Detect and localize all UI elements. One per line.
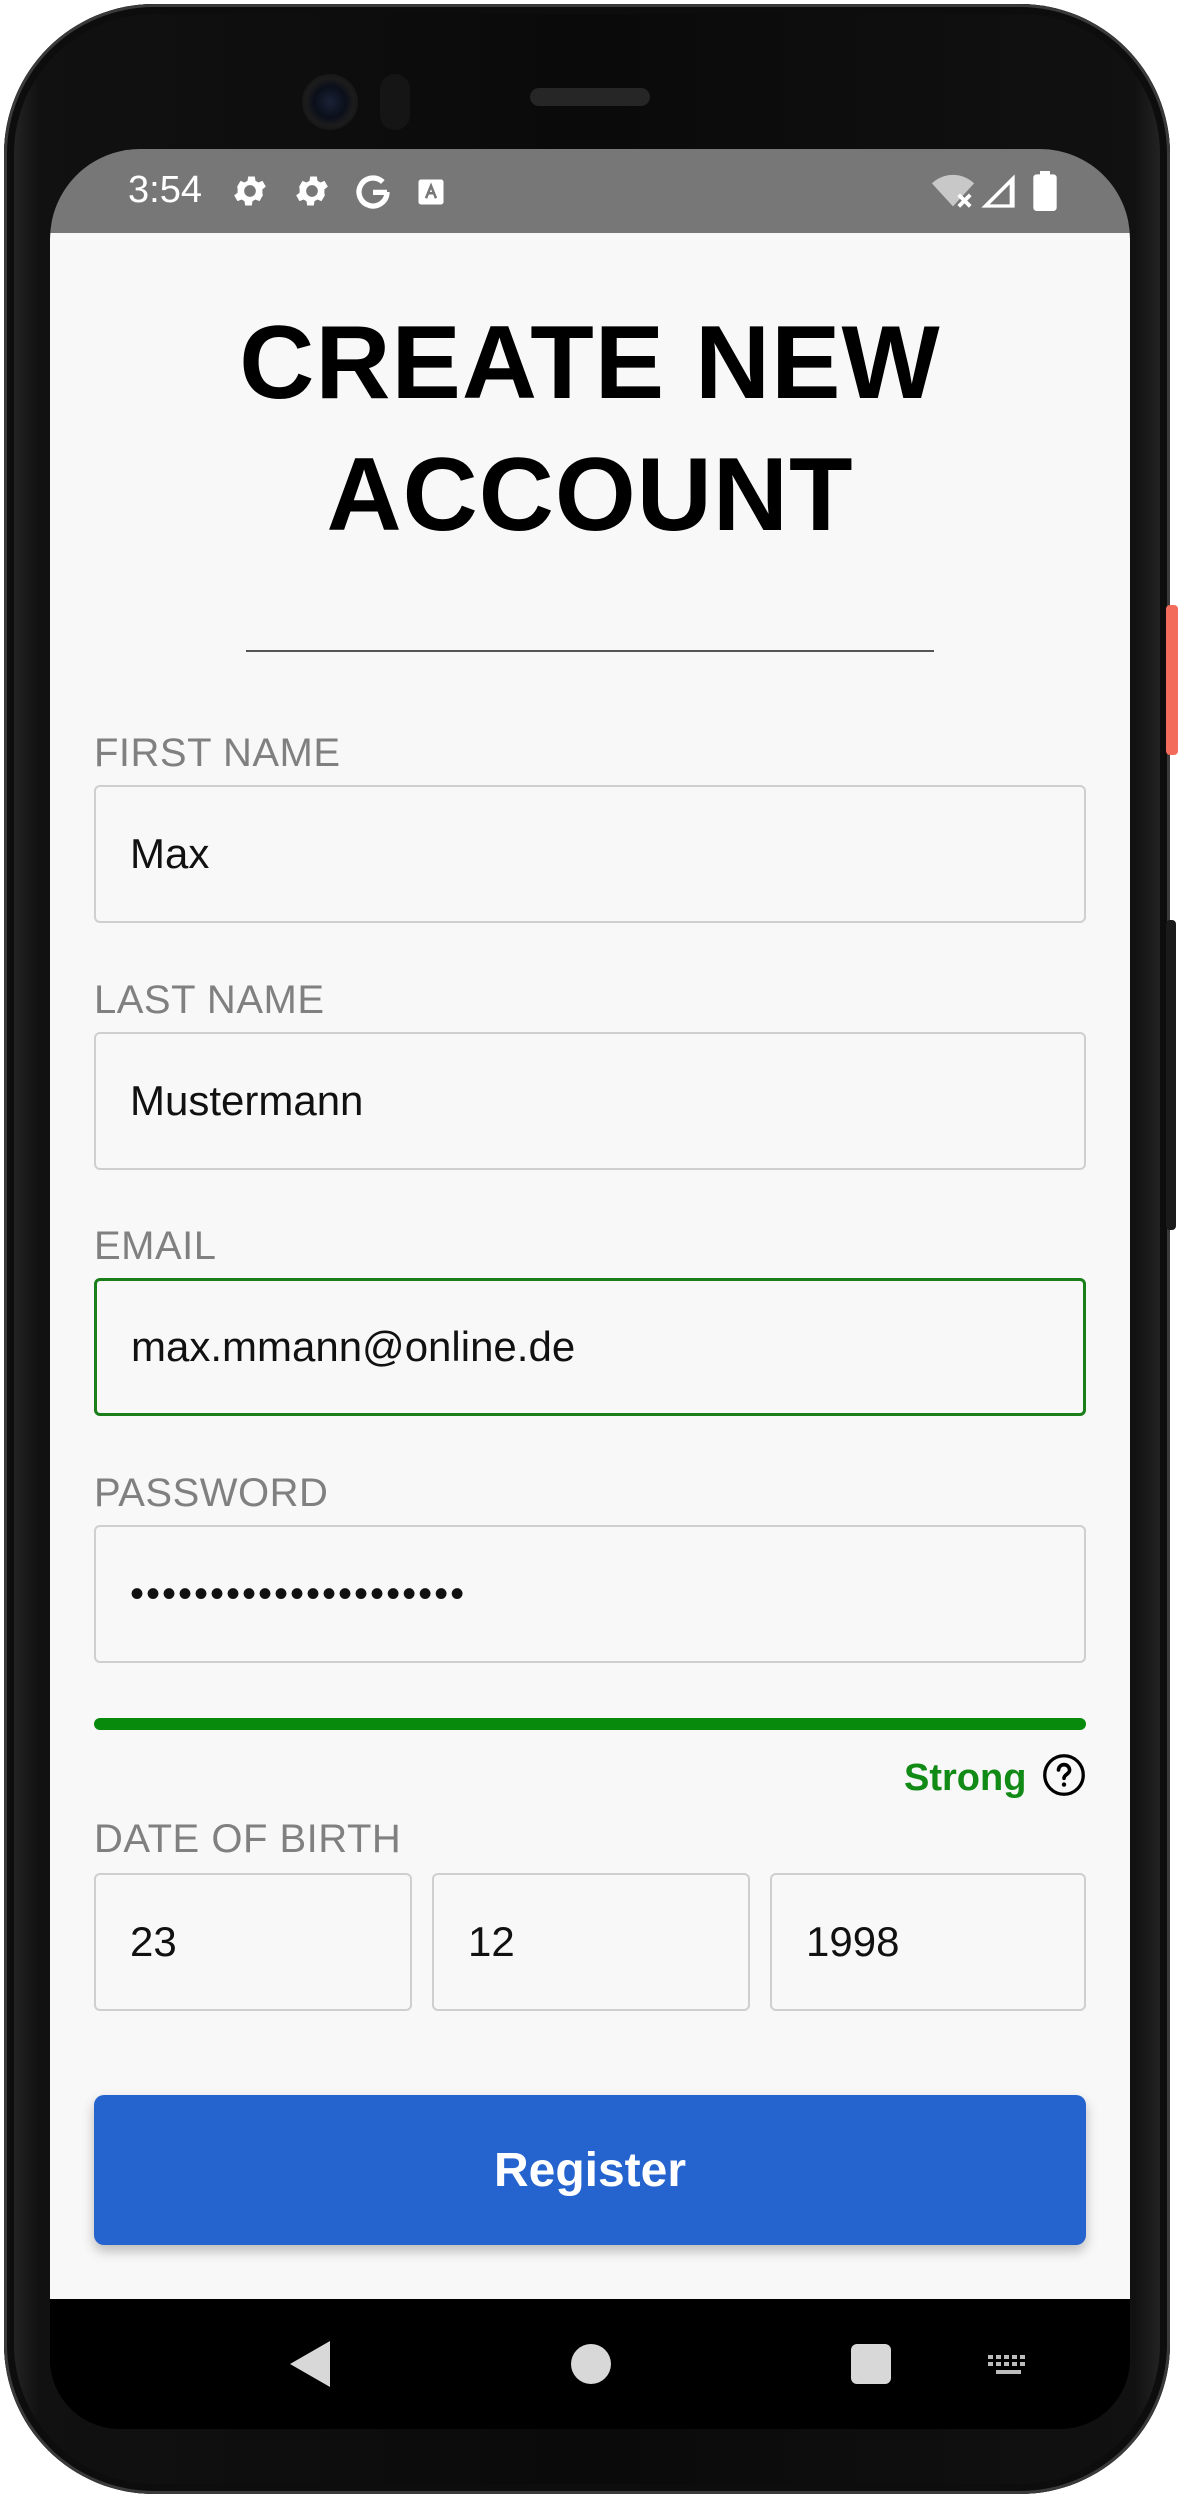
recents-icon[interactable] [850, 2343, 892, 2385]
last-name-field[interactable]: Mustermann [94, 1032, 1086, 1170]
keyboard-icon[interactable] [986, 2353, 1032, 2379]
first-name-value: Max [130, 830, 210, 877]
translate-icon [418, 179, 444, 205]
last-name-label: LAST NAME [94, 978, 325, 1022]
email-field[interactable]: max.mmann@online.de [94, 1278, 1086, 1416]
wifi-off-icon [931, 174, 975, 208]
settings-icon [234, 176, 266, 206]
birth-year-field[interactable]: 1998 [770, 1873, 1086, 2011]
password-field[interactable]: ••••••••••••••••••••• [94, 1525, 1086, 1663]
birth-month-value: 12 [468, 1918, 515, 1965]
email-value: max.mmann@online.de [131, 1323, 576, 1370]
register-button[interactable]: Register [94, 2095, 1086, 2245]
status-bar: 3:54 [50, 149, 1130, 233]
back-icon[interactable] [288, 2339, 332, 2389]
password-strength-bar [94, 1718, 1086, 1730]
password-label: PASSWORD [94, 1471, 329, 1515]
signal-icon [981, 174, 1015, 208]
navigation-bar [50, 2299, 1130, 2429]
birth-year-value: 1998 [806, 1918, 900, 1965]
front-camera [302, 74, 358, 130]
register-button-label: Register [493, 2143, 687, 2197]
registration-form: CREATE NEW ACCOUNT FIRST NAME Max LAST N… [50, 233, 1130, 2299]
screen: 3:54 CREATE NEW ACCOUNT FIRST NAME Max L… [50, 149, 1130, 2429]
google-icon [356, 175, 390, 209]
status-time: 3:54 [128, 169, 202, 211]
proximity-sensor [380, 74, 410, 130]
title-line-2: ACCOUNT [326, 437, 854, 553]
phone-frame: 3:54 CREATE NEW ACCOUNT FIRST NAME Max L… [4, 4, 1170, 2494]
settings-icon [296, 176, 328, 206]
password-strength-label: Strong [904, 1757, 1027, 1799]
battery-icon [1033, 171, 1057, 211]
first-name-field[interactable]: Max [94, 785, 1086, 923]
power-button [1166, 605, 1178, 755]
home-icon[interactable] [570, 2343, 612, 2385]
password-value: ••••••••••••••••••••• [130, 1571, 467, 1616]
last-name-value: Mustermann [130, 1077, 364, 1124]
first-name-label: FIRST NAME [94, 731, 341, 775]
title-divider [246, 650, 934, 652]
birth-day-value: 23 [130, 1918, 177, 1965]
birth-day-field[interactable]: 23 [94, 1873, 412, 2011]
volume-button [1166, 920, 1176, 1230]
email-label: EMAIL [94, 1224, 217, 1268]
earpiece-speaker [530, 88, 650, 106]
help-icon[interactable] [1042, 1753, 1086, 1797]
title-line-1: CREATE NEW [239, 305, 941, 421]
birth-month-field[interactable]: 12 [432, 1873, 750, 2011]
page-title: CREATE NEW ACCOUNT [50, 297, 1130, 561]
date-of-birth-label: DATE OF BIRTH [94, 1817, 402, 1861]
